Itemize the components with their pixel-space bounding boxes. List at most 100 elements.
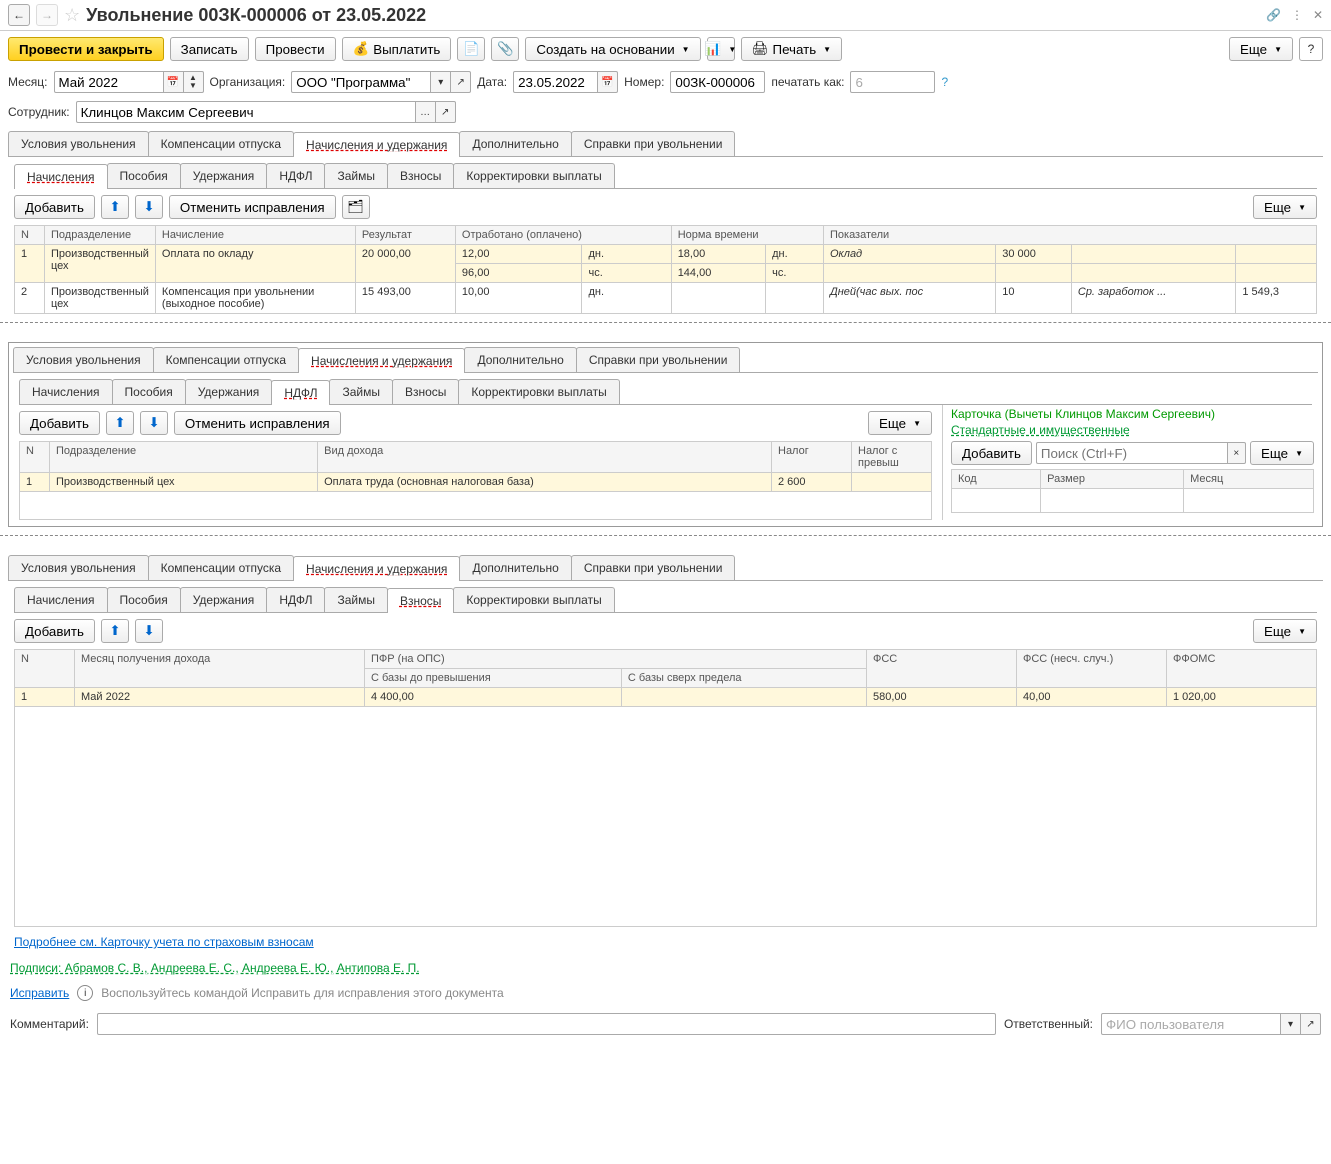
- subtab-accruals[interactable]: Начисления: [14, 164, 108, 189]
- subtab-loans[interactable]: Займы: [324, 163, 388, 188]
- subtab-deductions[interactable]: Удержания: [180, 163, 268, 188]
- deduction-more[interactable]: Еще▼: [1250, 441, 1314, 465]
- move-up-button[interactable]: ⬆: [101, 195, 129, 219]
- tab-additional[interactable]: Дополнительно: [459, 131, 571, 156]
- responsible-input[interactable]: [1101, 1013, 1281, 1035]
- contributions-details-link[interactable]: Подробнее см. Карточку учета по страховы…: [14, 935, 314, 949]
- employee-select-icon[interactable]: …: [416, 101, 436, 123]
- tab-accruals-deductions[interactable]: Начисления и удержания: [293, 132, 460, 157]
- move-up-2[interactable]: ⬆: [106, 411, 134, 435]
- signatures-link[interactable]: Подписи: Абрамов С. В., Андреева Е. С., …: [10, 961, 420, 975]
- table-row[interactable]: 1 Производственный цех Оплата по окладу …: [15, 245, 1317, 264]
- tab-references[interactable]: Справки при увольнении: [571, 131, 736, 156]
- std-deductions-link[interactable]: Стандартные и имущественные: [951, 423, 1314, 437]
- subtab-benefits-2[interactable]: Пособия: [112, 379, 186, 404]
- subtab-corrections-2[interactable]: Корректировки выплаты: [458, 379, 619, 404]
- subtab-contributions-3[interactable]: Взносы: [387, 588, 454, 613]
- print-as-input[interactable]: [850, 71, 935, 93]
- favorite-icon[interactable]: ☆: [64, 5, 80, 26]
- add-button-2[interactable]: Добавить: [19, 411, 100, 435]
- tab-conditions[interactable]: Условия увольнения: [8, 131, 149, 156]
- move-down-button[interactable]: ⬇: [135, 195, 163, 219]
- tab-accruals-2[interactable]: Начисления и удержания: [298, 348, 465, 373]
- org-input[interactable]: [291, 71, 431, 93]
- nav-back-button[interactable]: ←: [8, 4, 30, 26]
- report-icon-button[interactable]: 📊▼: [707, 37, 735, 61]
- month-input[interactable]: [54, 71, 164, 93]
- subtab-ndfl-2[interactable]: НДФЛ: [271, 380, 330, 405]
- nav-forward-button[interactable]: →: [36, 4, 58, 26]
- undo-fix-button[interactable]: Отменить исправления: [169, 195, 336, 219]
- month-calendar-icon[interactable]: 📅: [164, 71, 184, 93]
- subtab-corrections-3[interactable]: Корректировки выплаты: [453, 587, 614, 612]
- tab-compensations[interactable]: Компенсации отпуска: [148, 131, 294, 156]
- org-dropdown-icon[interactable]: ▾: [431, 71, 451, 93]
- kebab-icon[interactable]: ⋮: [1291, 8, 1303, 22]
- subtab-accruals-3[interactable]: Начисления: [14, 587, 108, 612]
- print-button[interactable]: 🖨 Печать▼: [741, 37, 843, 61]
- subtab-contributions-2[interactable]: Взносы: [392, 379, 459, 404]
- tab-references-2[interactable]: Справки при увольнении: [576, 347, 741, 372]
- tab-accruals-3[interactable]: Начисления и удержания: [293, 556, 460, 581]
- print-as-help[interactable]: ?: [941, 75, 948, 89]
- fix-link[interactable]: Исправить: [10, 986, 69, 1000]
- help-button[interactable]: ?: [1299, 37, 1323, 61]
- employee-open-icon[interactable]: ↗: [436, 101, 456, 123]
- document-icon-button[interactable]: 📄: [457, 37, 485, 61]
- subtab-accruals-2[interactable]: Начисления: [19, 379, 113, 404]
- subtab-deductions-2[interactable]: Удержания: [185, 379, 273, 404]
- table-row[interactable]: 1 Май 2022 4 400,00 580,00 40,00 1 020,0…: [15, 688, 1317, 707]
- subtab-corrections[interactable]: Корректировки выплаты: [453, 163, 614, 188]
- tab-compensations-3[interactable]: Компенсации отпуска: [148, 555, 294, 580]
- search-clear-icon[interactable]: ×: [1228, 442, 1246, 464]
- undo-fix-2[interactable]: Отменить исправления: [174, 411, 341, 435]
- responsible-dropdown-icon[interactable]: ▾: [1281, 1013, 1301, 1035]
- tab-additional-2[interactable]: Дополнительно: [464, 347, 576, 372]
- date-calendar-icon[interactable]: 📅: [598, 71, 618, 93]
- post-and-close-button[interactable]: Провести и закрыть: [8, 37, 164, 61]
- more-2[interactable]: Еще▼: [868, 411, 932, 435]
- comment-input[interactable]: [97, 1013, 996, 1035]
- subtab-ndfl[interactable]: НДФЛ: [266, 163, 325, 188]
- org-open-icon[interactable]: ↗: [451, 71, 471, 93]
- tab-compensations-2[interactable]: Компенсации отпуска: [153, 347, 299, 372]
- tab-conditions-2[interactable]: Условия увольнения: [13, 347, 154, 372]
- attach-icon-button[interactable]: 📎: [491, 37, 519, 61]
- panel-more-button[interactable]: Еще▼: [1253, 195, 1317, 219]
- subtab-benefits[interactable]: Пособия: [107, 163, 181, 188]
- tab-conditions-3[interactable]: Условия увольнения: [8, 555, 149, 580]
- subtab-contributions[interactable]: Взносы: [387, 163, 454, 188]
- save-button[interactable]: Записать: [170, 37, 249, 61]
- employee-input[interactable]: [76, 101, 416, 123]
- col-accrual: Начисление: [155, 226, 355, 245]
- print-label: Печать: [773, 42, 817, 57]
- subtab-loans-3[interactable]: Займы: [324, 587, 388, 612]
- subtab-benefits-3[interactable]: Пособия: [107, 587, 181, 612]
- deduction-search[interactable]: [1036, 442, 1228, 464]
- create-based-button[interactable]: Создать на основании▼: [525, 37, 700, 61]
- move-down-2[interactable]: ⬇: [140, 411, 168, 435]
- card-icon-button[interactable]: 🗂: [342, 195, 370, 219]
- table-row[interactable]: 1 Производственный цех Оплата труда (осн…: [20, 473, 932, 492]
- link-icon[interactable]: 🔗: [1266, 8, 1281, 22]
- number-input[interactable]: [670, 71, 765, 93]
- tab-references-3[interactable]: Справки при увольнении: [571, 555, 736, 580]
- pay-button[interactable]: 💰Выплатить: [342, 37, 452, 61]
- subtab-deductions-3[interactable]: Удержания: [180, 587, 268, 612]
- responsible-open-icon[interactable]: ↗: [1301, 1013, 1321, 1035]
- subtab-ndfl-3[interactable]: НДФЛ: [266, 587, 325, 612]
- add-button[interactable]: Добавить: [14, 195, 95, 219]
- add-button-3[interactable]: Добавить: [14, 619, 95, 643]
- table-row[interactable]: 2 Производственный цех Компенсация при у…: [15, 283, 1317, 314]
- tab-additional-3[interactable]: Дополнительно: [459, 555, 571, 580]
- more-3[interactable]: Еще▼: [1253, 619, 1317, 643]
- more-button[interactable]: Еще▼: [1229, 37, 1293, 61]
- month-stepper[interactable]: ▲▼: [184, 71, 204, 93]
- date-input[interactable]: [513, 71, 598, 93]
- deduction-add[interactable]: Добавить: [951, 441, 1032, 465]
- move-down-3[interactable]: ⬇: [135, 619, 163, 643]
- close-icon[interactable]: ✕: [1313, 8, 1323, 22]
- post-button[interactable]: Провести: [255, 37, 336, 61]
- subtab-loans-2[interactable]: Займы: [329, 379, 393, 404]
- move-up-3[interactable]: ⬆: [101, 619, 129, 643]
